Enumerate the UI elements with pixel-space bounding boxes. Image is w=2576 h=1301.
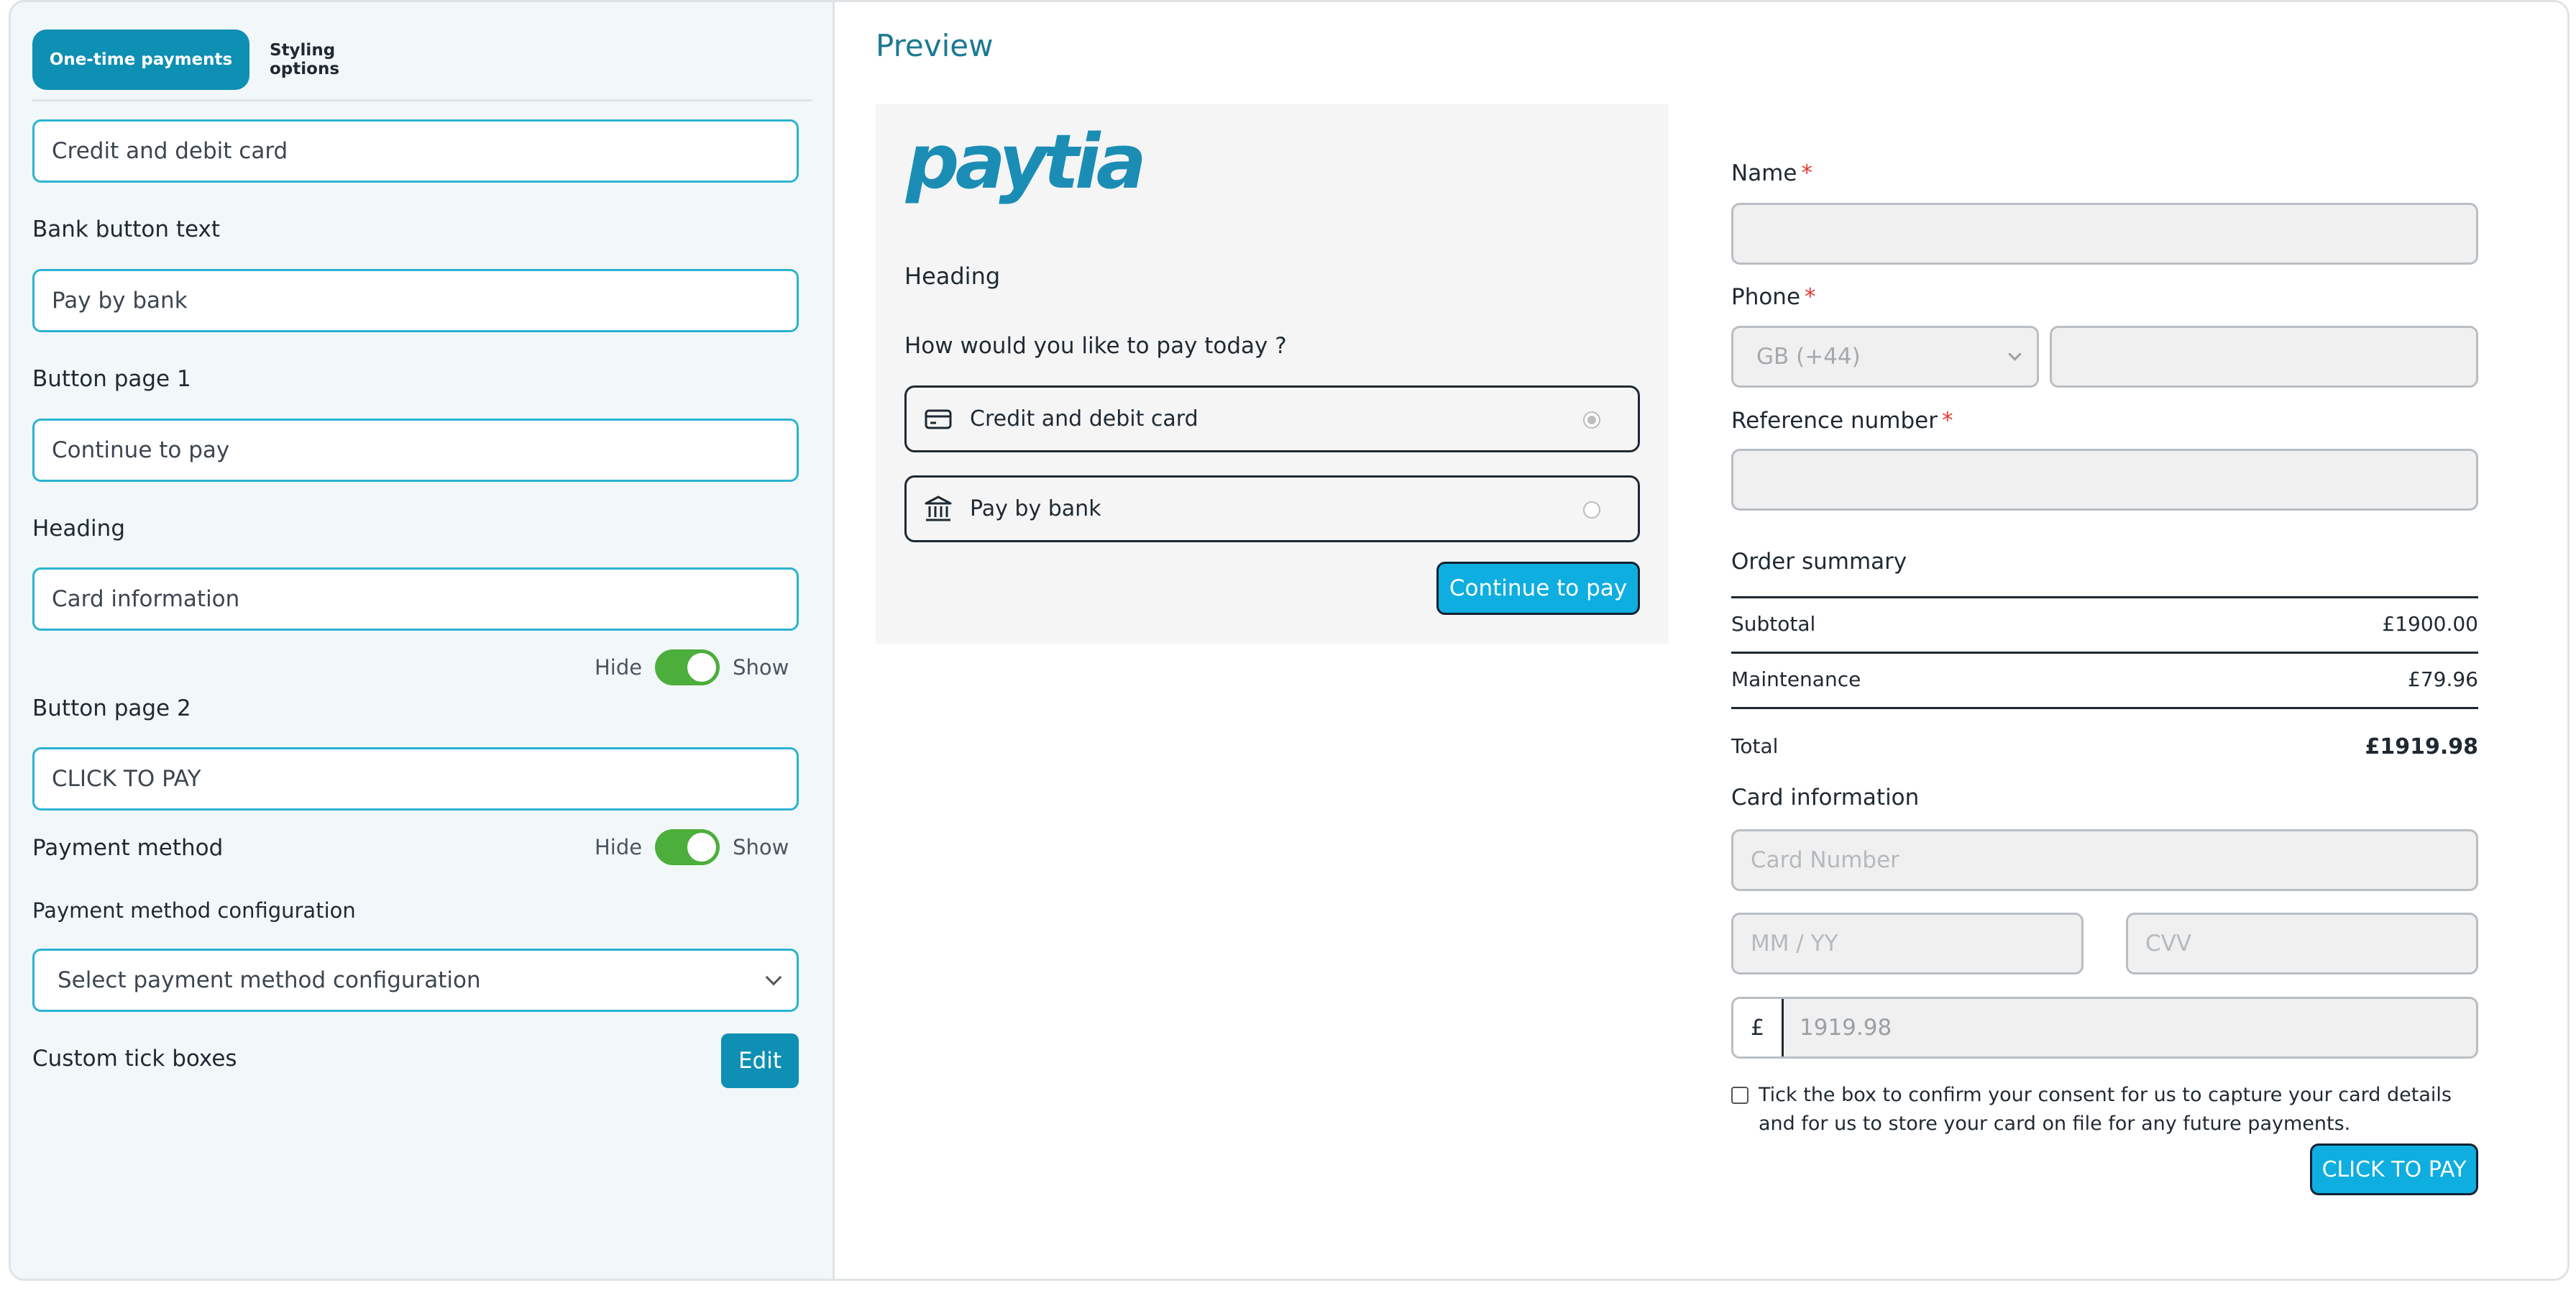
tab-one-time-payments[interactable]: One-time payments bbox=[32, 29, 249, 90]
name-label: Name * bbox=[1731, 160, 1812, 186]
consent-row: Tick the box to confirm your consent for… bbox=[1731, 1081, 2486, 1138]
reference-number-input[interactable] bbox=[1731, 449, 2478, 511]
summary-row-total: Total £1919.98 bbox=[1731, 734, 2478, 759]
name-input[interactable] bbox=[1731, 203, 2478, 265]
divider bbox=[1731, 596, 2478, 598]
consent-checkbox[interactable] bbox=[1731, 1087, 1748, 1104]
tab-bar: One-time payments Styling options bbox=[32, 29, 812, 101]
editor-panel: One-time payments Styling options Credit… bbox=[11, 2, 835, 1279]
payment-method-config-label: Payment method configuration bbox=[32, 898, 356, 923]
phone-number-input[interactable] bbox=[2050, 326, 2478, 388]
heading-visibility-toggle-row: Hide Show bbox=[595, 646, 789, 689]
consent-text: Tick the box to confirm your consent for… bbox=[1759, 1084, 2452, 1135]
select-value: Select payment method configuration bbox=[58, 967, 481, 993]
payment-method-visibility-switch[interactable] bbox=[655, 829, 720, 865]
required-mark: * bbox=[1805, 284, 1816, 310]
bank-button-text-input[interactable]: Pay by bank bbox=[32, 269, 799, 332]
phone-country-select[interactable]: GB (+44) bbox=[1731, 326, 2039, 388]
country-code-value: GB (+44) bbox=[1756, 344, 1861, 370]
amount-value: 1919.98 bbox=[1800, 1015, 1892, 1041]
option-pay-by-bank[interactable]: Pay by bank bbox=[904, 475, 1640, 542]
paytia-logo: paytia bbox=[904, 126, 1147, 206]
payment-method-toggle-row: Hide Show bbox=[595, 826, 789, 869]
svg-text:paytia: paytia bbox=[904, 126, 1142, 206]
credit-card-icon bbox=[925, 409, 952, 429]
card-number-input[interactable]: Card Number bbox=[1731, 829, 2478, 891]
show-label: Show bbox=[733, 655, 789, 680]
heading-visibility-switch[interactable] bbox=[655, 649, 720, 685]
show-label: Show bbox=[733, 835, 789, 859]
currency-symbol: £ bbox=[1733, 999, 1784, 1056]
bank-button-text-label: Bank button text bbox=[32, 216, 221, 242]
payment-method-preview: paytia Heading How would you like to pay… bbox=[876, 104, 1669, 644]
bank-icon bbox=[925, 496, 952, 521]
option-radio[interactable] bbox=[1583, 501, 1600, 519]
payment-method-label: Payment method bbox=[32, 835, 224, 861]
hide-label: Hide bbox=[595, 655, 643, 680]
payment-method-config-select[interactable]: Select payment method configuration bbox=[32, 949, 799, 1012]
custom-tick-boxes-label: Custom tick boxes bbox=[32, 1046, 237, 1072]
heading-input[interactable]: Card information bbox=[32, 567, 799, 631]
option-credit-debit-card[interactable]: Credit and debit card bbox=[904, 385, 1640, 452]
preview-heading: Heading bbox=[904, 263, 1001, 290]
option-label: Credit and debit card bbox=[970, 406, 1198, 432]
button-page2-label: Button page 2 bbox=[32, 695, 191, 721]
expiry-input[interactable]: MM / YY bbox=[1731, 913, 2084, 974]
summary-row-maintenance: Maintenance £79.96 bbox=[1731, 667, 2478, 691]
chevron-down-icon bbox=[765, 969, 782, 986]
button-page2-input[interactable]: CLICK TO PAY bbox=[32, 747, 799, 811]
button-page1-label: Button page 1 bbox=[32, 366, 191, 392]
divider bbox=[1731, 652, 2478, 654]
preview-question: How would you like to pay today ? bbox=[904, 333, 1287, 359]
required-mark: * bbox=[1801, 160, 1812, 186]
preview-title: Preview bbox=[876, 28, 994, 63]
card-button-text-input[interactable]: Credit and debit card bbox=[32, 119, 799, 183]
summary-row-subtotal: Subtotal £1900.00 bbox=[1731, 612, 2478, 636]
chevron-down-icon bbox=[2008, 347, 2022, 361]
amount-input[interactable]: £ 1919.98 bbox=[1731, 997, 2478, 1059]
option-label: Pay by bank bbox=[970, 496, 1101, 521]
app-frame: One-time payments Styling options Credit… bbox=[9, 0, 2570, 1281]
tab-styling-options[interactable]: Styling options bbox=[270, 29, 392, 90]
divider bbox=[1731, 707, 2478, 709]
order-summary-title: Order summary bbox=[1731, 549, 1907, 575]
continue-to-pay-button[interactable]: Continue to pay bbox=[1436, 562, 1640, 615]
card-information-title: Card information bbox=[1731, 785, 1920, 811]
edit-tick-boxes-button[interactable]: Edit bbox=[721, 1033, 799, 1088]
reference-number-label: Reference number * bbox=[1731, 408, 1953, 434]
hide-label: Hide bbox=[595, 835, 643, 859]
option-radio-selected[interactable] bbox=[1583, 411, 1600, 429]
heading-label: Heading bbox=[32, 516, 125, 542]
cvv-input[interactable]: CVV bbox=[2126, 913, 2478, 974]
click-to-pay-button[interactable]: CLICK TO PAY bbox=[2310, 1143, 2478, 1195]
phone-label: Phone * bbox=[1731, 284, 1816, 310]
button-page1-input[interactable]: Continue to pay bbox=[32, 419, 799, 482]
required-mark: * bbox=[1941, 408, 1953, 434]
